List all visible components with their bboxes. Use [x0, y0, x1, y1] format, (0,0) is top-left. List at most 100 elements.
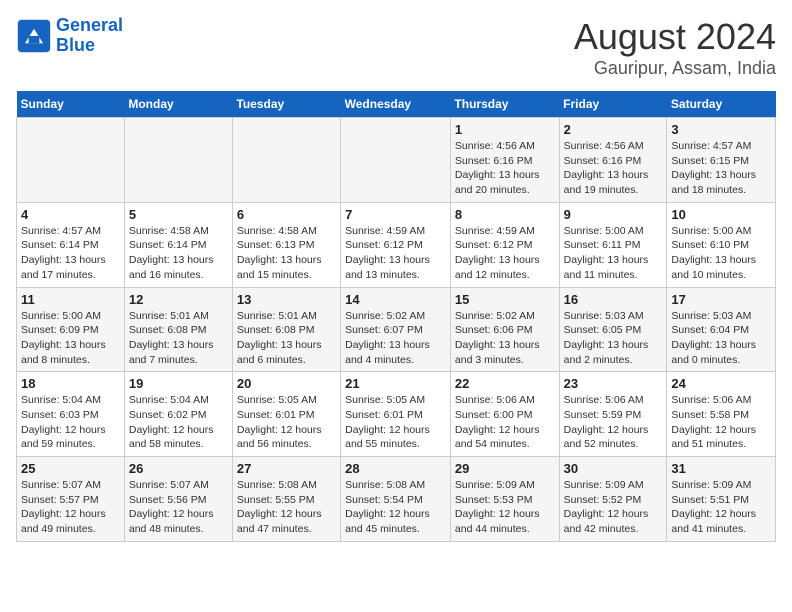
calendar-cell: 17 Sunrise: 5:03 AM Sunset: 6:04 PM Dayli…: [667, 287, 776, 372]
logo-general: General: [56, 15, 123, 35]
day-number: 20: [237, 376, 336, 391]
week-row-1: 1 Sunrise: 4:56 AM Sunset: 6:16 PM Daylig…: [17, 118, 776, 203]
day-number: 21: [345, 376, 446, 391]
logo-blue: Blue: [56, 35, 95, 55]
day-number: 4: [21, 207, 120, 222]
title-block: August 2024 Gauripur, Assam, India: [574, 16, 776, 79]
day-info: Sunrise: 5:04 AM Sunset: 6:03 PM Dayligh…: [21, 393, 120, 452]
day-info: Sunrise: 4:58 AM Sunset: 6:14 PM Dayligh…: [129, 224, 228, 283]
day-info: Sunrise: 5:03 AM Sunset: 6:05 PM Dayligh…: [564, 309, 663, 368]
header-tuesday: Tuesday: [232, 91, 340, 118]
day-info: Sunrise: 5:07 AM Sunset: 5:57 PM Dayligh…: [21, 478, 120, 537]
day-number: 1: [455, 122, 555, 137]
day-number: 11: [21, 292, 120, 307]
day-info: Sunrise: 5:02 AM Sunset: 6:07 PM Dayligh…: [345, 309, 446, 368]
calendar-cell: 30 Sunrise: 5:09 AM Sunset: 5:52 PM Dayli…: [559, 457, 667, 542]
calendar-cell: 12 Sunrise: 5:01 AM Sunset: 6:08 PM Dayli…: [124, 287, 232, 372]
day-number: 31: [671, 461, 771, 476]
header-thursday: Thursday: [450, 91, 559, 118]
day-number: 19: [129, 376, 228, 391]
calendar-cell: 20 Sunrise: 5:05 AM Sunset: 6:01 PM Dayli…: [232, 372, 340, 457]
day-number: 24: [671, 376, 771, 391]
day-info: Sunrise: 5:09 AM Sunset: 5:53 PM Dayligh…: [455, 478, 555, 537]
calendar-body: 1 Sunrise: 4:56 AM Sunset: 6:16 PM Daylig…: [17, 118, 776, 542]
day-number: 7: [345, 207, 446, 222]
calendar-cell: 18Sunrise: 5:04 AM Sunset: 6:03 PM Dayli…: [17, 372, 125, 457]
week-row-2: 4Sunrise: 4:57 AM Sunset: 6:14 PM Daylig…: [17, 202, 776, 287]
calendar-cell: 4Sunrise: 4:57 AM Sunset: 6:14 PM Daylig…: [17, 202, 125, 287]
calendar-title: August 2024: [574, 16, 776, 58]
calendar-cell: 16 Sunrise: 5:03 AM Sunset: 6:05 PM Dayli…: [559, 287, 667, 372]
week-row-3: 11 Sunrise: 5:00 AM Sunset: 6:09 PM Dayli…: [17, 287, 776, 372]
week-row-4: 18Sunrise: 5:04 AM Sunset: 6:03 PM Dayli…: [17, 372, 776, 457]
day-number: 30: [564, 461, 663, 476]
header-friday: Friday: [559, 91, 667, 118]
calendar-cell: [124, 118, 232, 203]
calendar-cell: 7 Sunrise: 4:59 AM Sunset: 6:12 PM Daylig…: [341, 202, 451, 287]
page-header: General Blue August 2024 Gauripur, Assam…: [16, 16, 776, 79]
week-row-5: 25 Sunrise: 5:07 AM Sunset: 5:57 PM Dayli…: [17, 457, 776, 542]
day-info: Sunrise: 4:56 AM Sunset: 6:16 PM Dayligh…: [455, 139, 555, 198]
day-info: Sunrise: 5:03 AM Sunset: 6:04 PM Dayligh…: [671, 309, 771, 368]
calendar-cell: 29Sunrise: 5:09 AM Sunset: 5:53 PM Dayli…: [450, 457, 559, 542]
day-info: Sunrise: 5:08 AM Sunset: 5:54 PM Dayligh…: [345, 478, 446, 537]
header-saturday: Saturday: [667, 91, 776, 118]
calendar-subtitle: Gauripur, Assam, India: [574, 58, 776, 79]
logo-text: General Blue: [56, 16, 123, 56]
day-info: Sunrise: 4:58 AM Sunset: 6:13 PM Dayligh…: [237, 224, 336, 283]
day-number: 13: [237, 292, 336, 307]
calendar-cell: 3Sunrise: 4:57 AM Sunset: 6:15 PM Daylig…: [667, 118, 776, 203]
day-info: Sunrise: 5:09 AM Sunset: 5:52 PM Dayligh…: [564, 478, 663, 537]
calendar-cell: 6Sunrise: 4:58 AM Sunset: 6:13 PM Daylig…: [232, 202, 340, 287]
day-info: Sunrise: 5:00 AM Sunset: 6:10 PM Dayligh…: [671, 224, 771, 283]
day-info: Sunrise: 5:01 AM Sunset: 6:08 PM Dayligh…: [129, 309, 228, 368]
day-info: Sunrise: 5:06 AM Sunset: 6:00 PM Dayligh…: [455, 393, 555, 452]
calendar-cell: 23Sunrise: 5:06 AM Sunset: 5:59 PM Dayli…: [559, 372, 667, 457]
day-info: Sunrise: 5:06 AM Sunset: 5:58 PM Dayligh…: [671, 393, 771, 452]
calendar-cell: 10 Sunrise: 5:00 AM Sunset: 6:10 PM Dayli…: [667, 202, 776, 287]
day-number: 16: [564, 292, 663, 307]
day-info: Sunrise: 4:57 AM Sunset: 6:15 PM Dayligh…: [671, 139, 771, 198]
calendar-cell: 26Sunrise: 5:07 AM Sunset: 5:56 PM Dayli…: [124, 457, 232, 542]
day-number: 8: [455, 207, 555, 222]
day-number: 14: [345, 292, 446, 307]
day-number: 27: [237, 461, 336, 476]
day-number: 15: [455, 292, 555, 307]
header-row: SundayMondayTuesdayWednesdayThursdayFrid…: [17, 91, 776, 118]
header-wednesday: Wednesday: [341, 91, 451, 118]
calendar-cell: [341, 118, 451, 203]
calendar-cell: 11 Sunrise: 5:00 AM Sunset: 6:09 PM Dayli…: [17, 287, 125, 372]
day-info: Sunrise: 4:59 AM Sunset: 6:12 PM Dayligh…: [455, 224, 555, 283]
calendar-cell: 22 Sunrise: 5:06 AM Sunset: 6:00 PM Dayli…: [450, 372, 559, 457]
day-info: Sunrise: 5:05 AM Sunset: 6:01 PM Dayligh…: [237, 393, 336, 452]
calendar-cell: 13 Sunrise: 5:01 AM Sunset: 6:08 PM Dayli…: [232, 287, 340, 372]
calendar-cell: 8 Sunrise: 4:59 AM Sunset: 6:12 PM Daylig…: [450, 202, 559, 287]
calendar-cell: 15Sunrise: 5:02 AM Sunset: 6:06 PM Dayli…: [450, 287, 559, 372]
day-info: Sunrise: 5:05 AM Sunset: 6:01 PM Dayligh…: [345, 393, 446, 452]
day-info: Sunrise: 4:56 AM Sunset: 6:16 PM Dayligh…: [564, 139, 663, 198]
calendar-cell: 27Sunrise: 5:08 AM Sunset: 5:55 PM Dayli…: [232, 457, 340, 542]
day-number: 12: [129, 292, 228, 307]
calendar-cell: 9Sunrise: 5:00 AM Sunset: 6:11 PM Daylig…: [559, 202, 667, 287]
calendar-cell: [232, 118, 340, 203]
day-number: 9: [564, 207, 663, 222]
logo: General Blue: [16, 16, 123, 56]
calendar-cell: 21 Sunrise: 5:05 AM Sunset: 6:01 PM Dayli…: [341, 372, 451, 457]
day-number: 22: [455, 376, 555, 391]
calendar-cell: 5Sunrise: 4:58 AM Sunset: 6:14 PM Daylig…: [124, 202, 232, 287]
day-info: Sunrise: 5:09 AM Sunset: 5:51 PM Dayligh…: [671, 478, 771, 537]
calendar-header: SundayMondayTuesdayWednesdayThursdayFrid…: [17, 91, 776, 118]
logo-icon: [16, 18, 52, 54]
day-number: 10: [671, 207, 771, 222]
calendar-cell: 19 Sunrise: 5:04 AM Sunset: 6:02 PM Dayli…: [124, 372, 232, 457]
day-info: Sunrise: 5:04 AM Sunset: 6:02 PM Dayligh…: [129, 393, 228, 452]
day-info: Sunrise: 4:59 AM Sunset: 6:12 PM Dayligh…: [345, 224, 446, 283]
calendar-cell: 2Sunrise: 4:56 AM Sunset: 6:16 PM Daylig…: [559, 118, 667, 203]
day-number: 23: [564, 376, 663, 391]
day-number: 17: [671, 292, 771, 307]
day-info: Sunrise: 5:01 AM Sunset: 6:08 PM Dayligh…: [237, 309, 336, 368]
day-number: 28: [345, 461, 446, 476]
day-info: Sunrise: 5:00 AM Sunset: 6:09 PM Dayligh…: [21, 309, 120, 368]
day-number: 25: [21, 461, 120, 476]
header-monday: Monday: [124, 91, 232, 118]
